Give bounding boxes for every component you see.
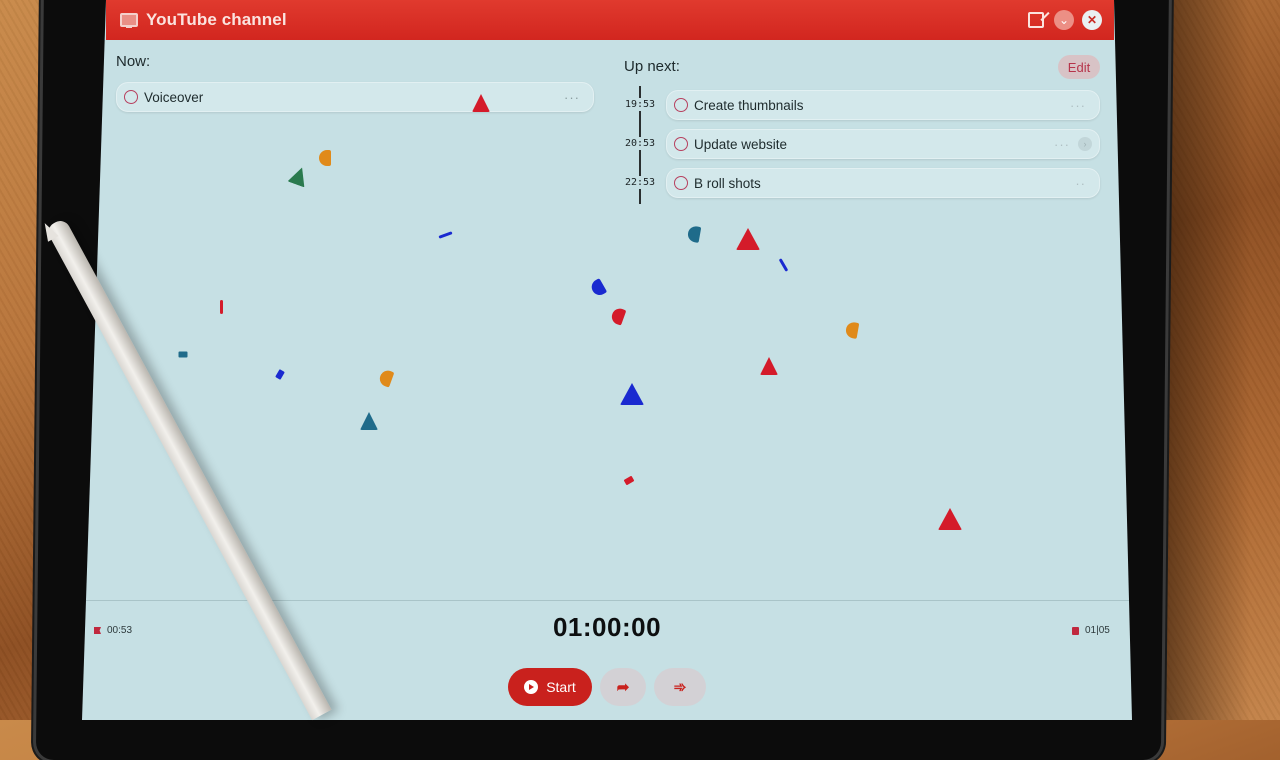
confetti-piece [319, 150, 331, 166]
confetti-piece [778, 258, 789, 272]
confetti-piece [275, 369, 285, 380]
confetti-piece [220, 300, 223, 314]
confetti-piece [377, 368, 395, 388]
chevron-down-icon[interactable]: ⌄ [1054, 10, 1074, 30]
compose-button[interactable] [1026, 10, 1046, 30]
current-task-card[interactable]: Voiceover ··· [116, 82, 594, 112]
countdown-timer: 01:00:00 [552, 612, 662, 642]
confetti-piece [287, 164, 310, 187]
confetti-piece [588, 278, 608, 298]
chevron-right-icon[interactable]: › [1078, 137, 1092, 151]
up-next-heading: Up next: [624, 58, 680, 75]
task-count-value: 01|05 [1085, 625, 1110, 636]
up-next-task[interactable]: B roll shots ·· [666, 168, 1100, 198]
up-next-task[interactable]: Create thumbnails ··· [666, 90, 1100, 120]
task-time: 22:53 [620, 176, 660, 189]
confetti-piece [620, 383, 644, 405]
compose-icon [1028, 12, 1044, 28]
play-icon [524, 680, 539, 694]
window-title: YouTube channel [146, 10, 287, 29]
task-title: B roll shots [694, 175, 761, 191]
confetti-piece [609, 306, 627, 326]
footer-divider [82, 600, 1132, 601]
task-time: 20:53 [620, 137, 660, 150]
monitor-icon [120, 13, 138, 28]
start-button[interactable]: Start [508, 668, 592, 706]
skip-all-button[interactable]: ➾ [654, 668, 706, 706]
task-title: Create thumbnails [694, 97, 804, 113]
title-bar: YouTube channel ⌄ ✕ [106, 0, 1114, 40]
skip-button[interactable]: ➦ [600, 668, 646, 706]
task-time: 19:53 [620, 98, 660, 111]
stop-icon [1072, 626, 1079, 635]
task-counter: 01|05 [1072, 625, 1110, 636]
more-options-icon[interactable]: ··· [1070, 98, 1086, 113]
complete-circle-icon[interactable] [124, 90, 138, 104]
close-icon[interactable]: ✕ [1082, 10, 1102, 30]
flag-icon [94, 627, 101, 634]
elapsed-time: 00:53 [94, 625, 132, 636]
confetti-piece [938, 508, 962, 530]
confetti-piece [438, 231, 453, 239]
confetti-piece [736, 228, 760, 250]
confetti-piece [844, 321, 860, 339]
confetti-piece [760, 357, 778, 375]
app-screen: YouTube channel ⌄ ✕ Now: Voiceover ··· U… [82, 0, 1132, 720]
elapsed-value: 00:53 [107, 625, 133, 636]
complete-circle-icon[interactable] [674, 176, 688, 190]
task-title: Update website [694, 136, 788, 152]
up-next-task[interactable]: Update website ··· › [666, 129, 1100, 159]
now-heading: Now: [116, 53, 151, 70]
current-task-title: Voiceover [144, 89, 204, 105]
confetti-piece [623, 475, 635, 486]
confetti-piece [686, 225, 702, 243]
more-options-icon[interactable]: ·· [1075, 176, 1086, 191]
complete-circle-icon[interactable] [674, 137, 688, 151]
start-label: Start [546, 679, 576, 695]
more-options-icon[interactable]: ··· [564, 90, 580, 105]
confetti-piece [360, 412, 378, 430]
confetti-piece [178, 351, 188, 358]
complete-circle-icon[interactable] [674, 98, 688, 112]
more-options-icon[interactable]: ··· [1054, 137, 1070, 152]
edit-button[interactable]: Edit [1058, 55, 1100, 79]
window-actions: ⌄ ✕ [1026, 10, 1102, 30]
